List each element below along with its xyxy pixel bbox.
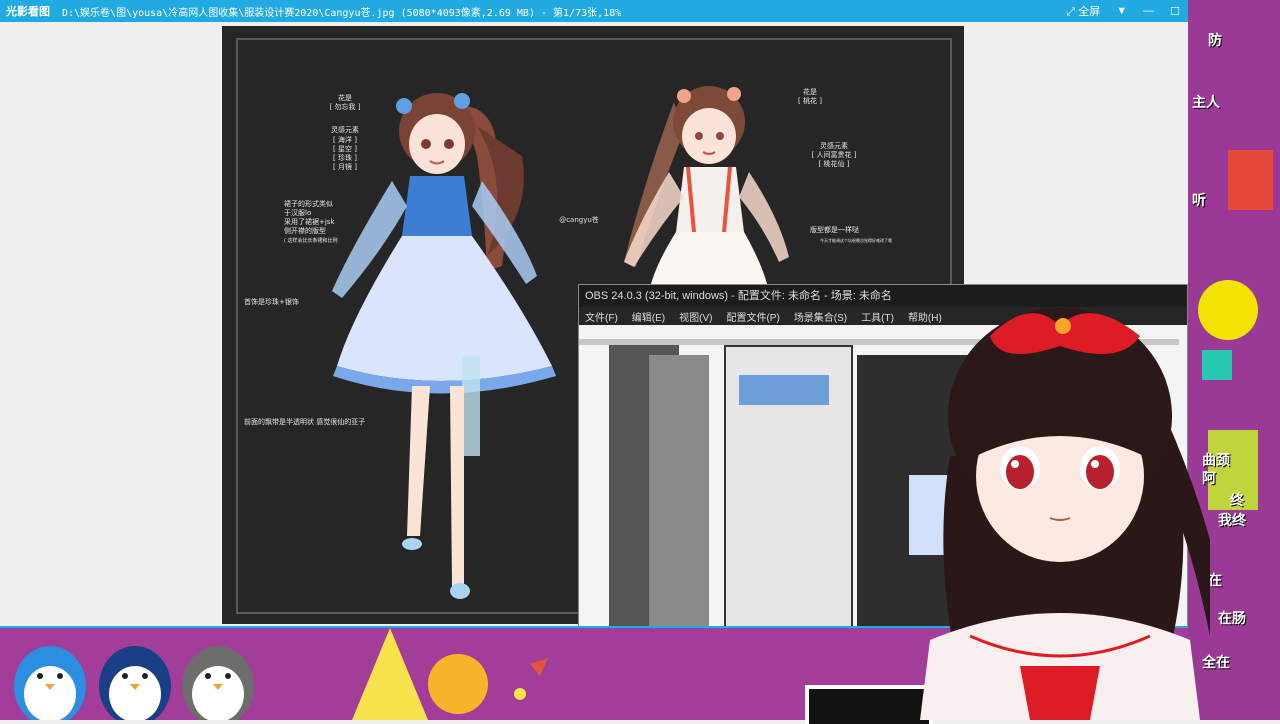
menu-dropdown-button[interactable]: ▼ xyxy=(1108,5,1135,17)
blue-dress-character xyxy=(332,93,556,599)
glitch-block xyxy=(649,355,709,645)
obs-menu-edit[interactable]: 编辑(E) xyxy=(632,309,665,324)
right-style-note: 版型都是一样哒 xyxy=(810,226,859,234)
app-name: 光影看图 xyxy=(6,6,50,18)
fullscreen-icon: ⤢ xyxy=(1066,6,1076,18)
stream-comment: 听 xyxy=(1192,192,1206,208)
vtuber-avatar xyxy=(920,308,1210,720)
blue-penguin-icon xyxy=(14,646,86,720)
fullscreen-label: 全屏 xyxy=(1078,6,1101,18)
maximize-button[interactable]: ☐ xyxy=(1162,5,1188,18)
glitch-block xyxy=(739,375,829,405)
minimize-button[interactable]: — xyxy=(1135,5,1162,17)
glitch-block xyxy=(1228,150,1273,210)
right-inspiration-title: 灵感元素 xyxy=(820,142,848,150)
viewer-title-bar: 光影看图 D:\娱乐卷\图\yousa\冷高网人图收集\服装设计赛2020\Ca… xyxy=(0,0,1188,22)
window-controls: ⤢ 全屏 ▼ — ☐ xyxy=(1058,0,1188,22)
obs-menu-view[interactable]: 视图(V) xyxy=(679,309,712,324)
right-inspiration-item: [ 人间富贵花 ] xyxy=(811,151,857,159)
gray-penguin-icon xyxy=(182,646,254,720)
stream-comment: 防 xyxy=(1208,32,1222,48)
navy-penguin-icon xyxy=(99,646,171,720)
file-path: D:\娱乐卷\图\yousa\冷高网人图收集\服装设计赛2020\Cangyu苍… xyxy=(62,7,622,19)
decorative-shapes xyxy=(352,628,548,720)
right-inspiration-item: [ 桃花仙 ] xyxy=(818,160,850,168)
obs-menu-file[interactable]: 文件(F) xyxy=(585,309,618,324)
fullscreen-button[interactable]: ⤢ 全屏 xyxy=(1058,3,1108,19)
obs-menu-scene-collection[interactable]: 场景集合(S) xyxy=(794,309,847,324)
stream-comment: 在肠 xyxy=(1218,610,1246,626)
stream-comment: 在 xyxy=(1208,572,1222,588)
obs-menu-profile[interactable]: 配置文件(P) xyxy=(726,309,779,324)
stream-comment: 我终 xyxy=(1218,512,1246,528)
obs-menu-tools[interactable]: 工具(T) xyxy=(861,309,894,324)
right-style-small: 今天才能调这个坑祝晚总觉得好难改了哦 xyxy=(820,238,892,243)
peach-dress-character xyxy=(624,86,789,292)
stream-comment: 终 xyxy=(1230,492,1244,508)
stream-comment: 主人 xyxy=(1192,94,1220,110)
